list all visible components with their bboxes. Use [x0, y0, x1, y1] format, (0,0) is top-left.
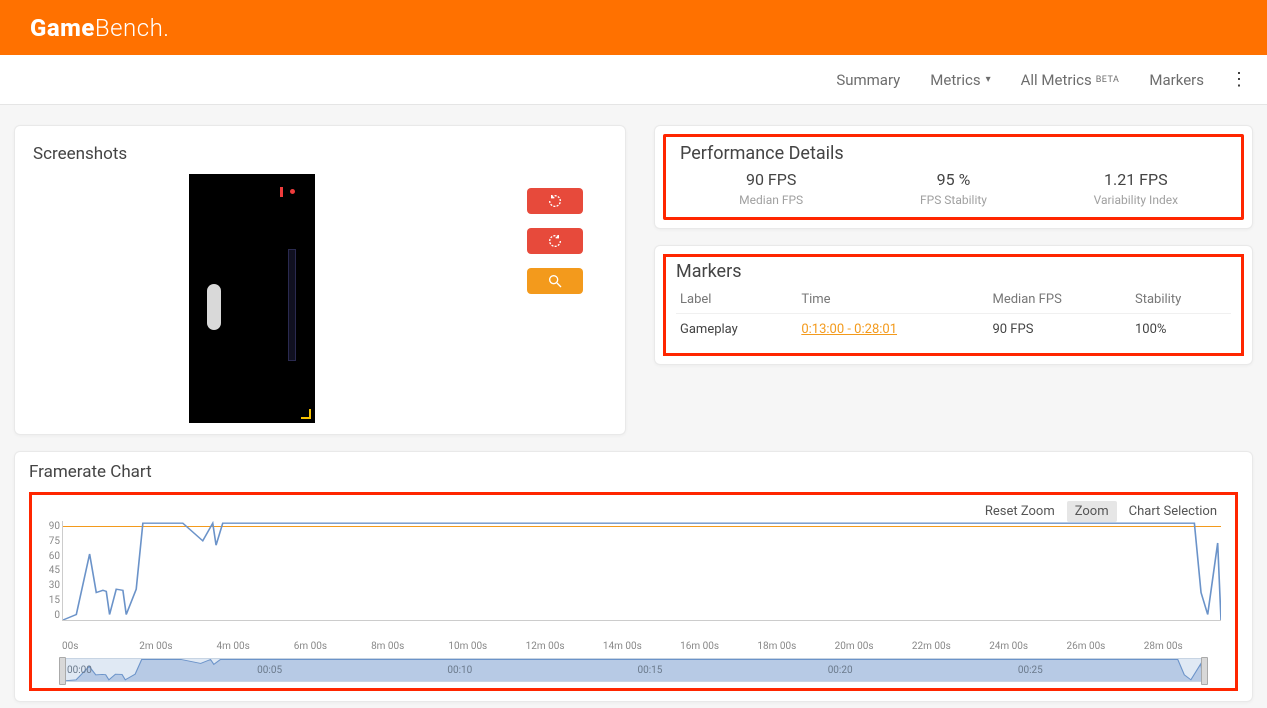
performance-label: Median FPS: [680, 193, 862, 207]
nav-metrics[interactable]: Metrics ▾: [915, 71, 1005, 89]
performance-label: FPS Stability: [862, 193, 1044, 207]
markers-col-label: Label: [676, 286, 797, 314]
y-tick: 90: [38, 521, 60, 532]
marker-stability: 100%: [1131, 314, 1231, 346]
performance-value: 95 %: [862, 170, 1044, 189]
framerate-title: Framerate Chart: [29, 462, 1238, 482]
performance-label: Variability Index: [1045, 193, 1227, 207]
screenshots-title: Screenshots: [33, 144, 607, 164]
screenshot-thumbnail[interactable]: [189, 174, 315, 423]
caret-down-icon: ▾: [986, 74, 991, 85]
brand-light: Bench: [95, 14, 163, 42]
brand-logo: GameBench.: [30, 14, 170, 42]
more-menu-icon[interactable]: ⋮: [1227, 69, 1251, 90]
overview-tick: 00:15: [634, 665, 824, 676]
framerate-plot[interactable]: [62, 521, 1221, 621]
x-tick: 12m 00s: [526, 641, 603, 652]
app-header: GameBench.: [0, 0, 1267, 55]
reset-zoom-button[interactable]: Reset Zoom: [977, 501, 1063, 522]
y-tick: 30: [38, 580, 60, 591]
x-tick: 00s: [62, 641, 139, 652]
markers-title: Markers: [676, 261, 1231, 282]
marker-label: Gameplay: [676, 314, 797, 346]
marker-median: 90 FPS: [988, 314, 1131, 346]
overview-strip[interactable]: 00:0000:0500:1000:1500:2000:25: [62, 658, 1205, 682]
performance-cell: 95 % FPS Stability: [862, 170, 1044, 207]
framerate-card: Framerate Chart Reset Zoom Zoom Chart Se…: [14, 451, 1253, 702]
magnify-icon: [547, 273, 563, 289]
rotate-ccw-button[interactable]: [527, 188, 583, 214]
overview-tick: 00:25: [1014, 665, 1204, 676]
x-tick: 26m 00s: [1066, 641, 1143, 652]
chart-selection-button[interactable]: Chart Selection: [1121, 501, 1225, 522]
x-tick: 22m 00s: [912, 641, 989, 652]
nav-summary[interactable]: Summary: [821, 71, 915, 89]
performance-title: Performance Details: [680, 143, 1227, 164]
marker-time-link[interactable]: 0:13:00 - 0:28:01: [801, 322, 897, 337]
brand-dot: .: [163, 14, 169, 42]
overview-tick: 00:10: [443, 665, 633, 676]
rotate-cw-icon: [547, 233, 563, 249]
performance-value: 90 FPS: [680, 170, 862, 189]
x-tick: 10m 00s: [448, 641, 525, 652]
markers-col-time: Time: [797, 286, 988, 314]
x-tick: 18m 00s: [757, 641, 834, 652]
markers-card: Markers Label Time Median FPS Stability …: [654, 245, 1253, 365]
performance-cell: 1.21 FPS Variability Index: [1045, 170, 1227, 207]
x-tick: 6m 00s: [294, 641, 371, 652]
performance-value: 1.21 FPS: [1045, 170, 1227, 189]
performance-cell: 90 FPS Median FPS: [680, 170, 862, 207]
overview-tick: 00:20: [824, 665, 1014, 676]
x-tick: 20m 00s: [835, 641, 912, 652]
x-tick: 14m 00s: [603, 641, 680, 652]
chart-y-axis: 90 75 60 45 30 15 0: [38, 521, 62, 621]
rotate-ccw-icon: [547, 193, 563, 209]
x-tick: 28m 00s: [1144, 641, 1221, 652]
beta-badge: BETA: [1096, 75, 1120, 85]
x-tick: 8m 00s: [371, 641, 448, 652]
y-tick: 15: [38, 595, 60, 606]
zoom-button[interactable]: [527, 268, 583, 294]
x-tick: 24m 00s: [989, 641, 1066, 652]
zoom-mode-button[interactable]: Zoom: [1067, 501, 1117, 522]
nav-all-metrics-label: All Metrics: [1021, 71, 1092, 89]
markers-col-stability: Stability: [1131, 286, 1231, 314]
markers-col-median: Median FPS: [988, 286, 1131, 314]
performance-card: Performance Details 90 FPS Median FPS95 %…: [654, 125, 1253, 229]
x-tick: 4m 00s: [217, 641, 294, 652]
x-tick: 2m 00s: [139, 641, 216, 652]
chart-x-axis: 00s2m 00s4m 00s6m 00s8m 00s10m 00s12m 00…: [62, 641, 1221, 652]
nav-markers[interactable]: Markers: [1134, 71, 1219, 89]
brand-bold: Game: [30, 14, 95, 42]
nav-bar: Summary Metrics ▾ All Metrics BETA Marke…: [0, 55, 1267, 105]
y-tick: 45: [38, 565, 60, 576]
nav-all-metrics[interactable]: All Metrics BETA: [1006, 71, 1135, 89]
overview-tick: 00:05: [253, 665, 443, 676]
x-tick: 16m 00s: [680, 641, 757, 652]
y-tick: 75: [38, 536, 60, 547]
table-row: Gameplay 0:13:00 - 0:28:01 90 FPS100%: [676, 314, 1231, 346]
nav-metrics-label: Metrics: [930, 71, 980, 89]
y-tick: 60: [38, 551, 60, 562]
rotate-cw-button[interactable]: [527, 228, 583, 254]
screenshots-card: Screenshots: [14, 125, 626, 435]
overview-tick: 00:00: [63, 665, 253, 676]
markers-table: Label Time Median FPS Stability Gameplay…: [676, 286, 1231, 345]
y-tick: 0: [38, 610, 60, 621]
